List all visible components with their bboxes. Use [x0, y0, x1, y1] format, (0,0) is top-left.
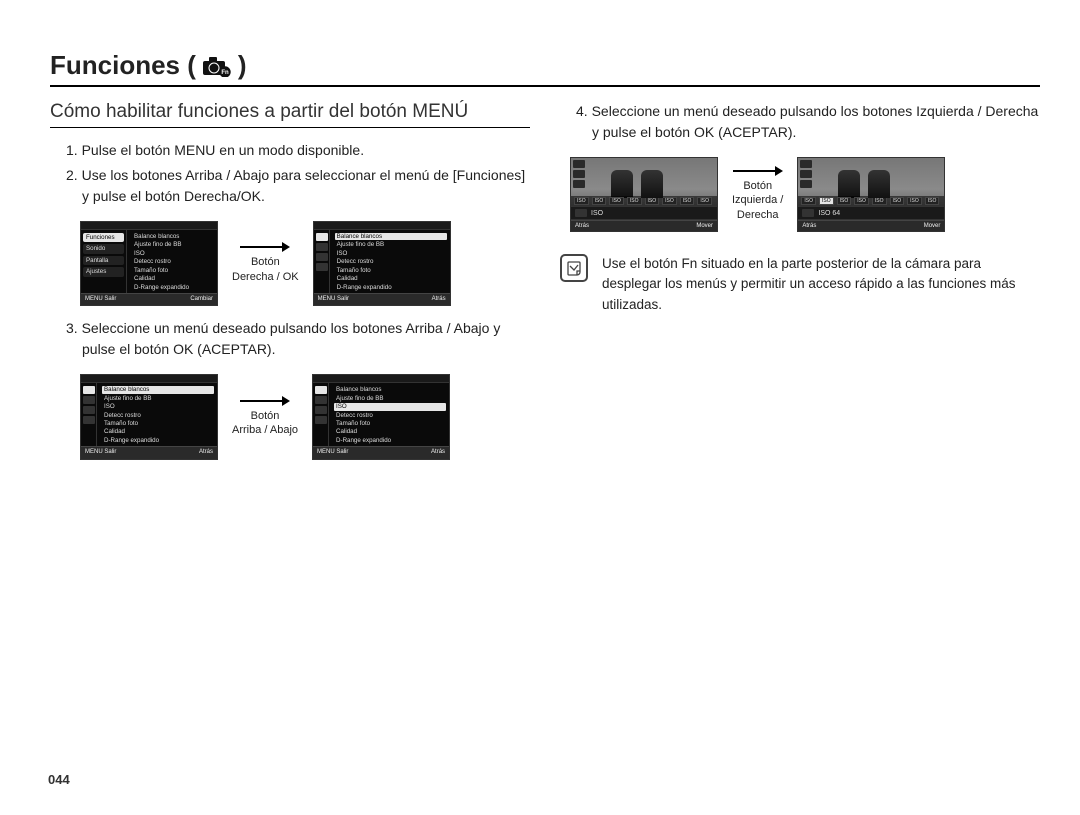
list-item: Ajuste fino de BB — [335, 241, 447, 248]
step-number: 2. — [66, 167, 78, 183]
step-text: Seleccione un menú deseado pulsando los … — [592, 103, 1039, 140]
list-item: Detecc rostro — [334, 412, 446, 419]
list-item: Tamaño foto — [335, 267, 447, 274]
list-item: ISO — [102, 403, 214, 410]
step-text: Pulse el botón MENU en un modo disponibl… — [82, 142, 365, 158]
list-item: D-Range expandido — [102, 437, 214, 444]
side-item-sonido: Sonido — [83, 244, 124, 253]
arrow-icon — [240, 397, 290, 405]
list-item: Calidad — [334, 428, 446, 435]
steps-list-left-2: 3. Seleccione un menú deseado pulsando l… — [50, 318, 530, 360]
side-item-ajustes: Ajustes — [83, 267, 124, 276]
arrow-caption: Botón Arriba / Abajo — [232, 409, 298, 438]
steps-list-left: 1. Pulse el botón MENU en un modo dispon… — [50, 140, 530, 207]
arrow-left-right: Botón Izquierda / Derecha — [732, 167, 783, 222]
note-icon — [560, 254, 588, 282]
list-item: Ajuste fino de BB — [334, 395, 446, 402]
step-4: 4. Seleccione un menú deseado pulsando l… — [576, 101, 1040, 143]
step-text: Use los botones Arriba / Abajo para sele… — [82, 167, 526, 204]
list-item: Ajuste fino de BB — [132, 241, 214, 248]
title-prefix: Funciones ( — [50, 50, 196, 81]
list-item: Tamaño foto — [102, 420, 214, 427]
list-item: ISO — [334, 403, 446, 410]
camera-menu-screenshot-c: Balance blancos Ajuste fino de BB ISO De… — [80, 374, 218, 459]
footer-left: MENU Salir — [85, 296, 116, 303]
side-item-pantalla: Pantalla — [83, 256, 124, 265]
footer-left: Atrás — [802, 223, 816, 229]
step-text: Seleccione un menú deseado pulsando los … — [82, 320, 501, 357]
arrow-icon — [240, 243, 290, 251]
list-item: Calidad — [102, 428, 214, 435]
list-item: Tamaño foto — [132, 267, 214, 274]
list-item: D-Range expandido — [335, 284, 447, 291]
iso-label: ISO — [591, 210, 603, 217]
footer-left: Atrás — [575, 223, 589, 229]
section-subheading: Cómo habilitar funciones a partir del bo… — [50, 101, 530, 128]
list-item: Detecc rostro — [335, 258, 447, 265]
camera-menu-screenshot-a: Funciones Sonido Pantalla Ajustes Balanc… — [80, 221, 218, 306]
list-item: D-Range expandido — [132, 284, 214, 291]
side-item-funciones: Funciones — [83, 233, 124, 242]
camera-overlay-screenshot-a: ISOISOISOISOISOISOISOISO ISO Atrás Mover — [570, 157, 718, 232]
step-number: 1. — [66, 142, 78, 158]
arrow-right-ok: Botón Derecha / OK — [232, 243, 299, 284]
note-text: Use el botón Fn situado en la parte post… — [602, 254, 1040, 315]
camera-menu-screenshot-b: Balance blancos Ajuste fino de BB ISO De… — [313, 221, 451, 306]
list-item: Detecc rostro — [102, 412, 214, 419]
step-2: 2. Use los botones Arriba / Abajo para s… — [66, 165, 530, 207]
iso-label: ISO 64 — [818, 210, 840, 217]
title-suffix: ) — [238, 50, 247, 81]
page-title: Funciones ( Fn ) — [50, 50, 1040, 81]
footer-right: Cambiar — [190, 296, 213, 303]
list-item: Balance blancos — [334, 386, 446, 393]
steps-list-right: 4. Seleccione un menú deseado pulsando l… — [560, 101, 1040, 143]
list-item: Balance blancos — [335, 233, 447, 240]
list-item: ISO — [335, 250, 447, 257]
step-number: 3. — [66, 320, 78, 336]
list-item: Balance blancos — [132, 233, 214, 240]
svg-text:Fn: Fn — [221, 70, 229, 76]
list-item: Detecc rostro — [132, 258, 214, 265]
footer-left: MENU Salir — [318, 296, 349, 303]
page-number: 044 — [48, 772, 70, 787]
list-item: Calidad — [335, 275, 447, 282]
camera-overlay-screenshot-b: ISOISOISOISOISOISOISOISO ISO 64 Atrás Mo… — [797, 157, 945, 232]
figure-row-step2: Funciones Sonido Pantalla Ajustes Balanc… — [80, 221, 530, 306]
footer-right: Mover — [696, 223, 713, 229]
title-divider — [50, 85, 1040, 87]
arrow-icon — [733, 167, 783, 175]
camera-fn-icon: Fn — [202, 55, 232, 77]
arrow-caption: Botón Izquierda / Derecha — [732, 179, 783, 222]
step-number: 4. — [576, 103, 588, 119]
footer-left: MENU Salir — [85, 449, 116, 456]
figure-row-step3: Balance blancos Ajuste fino de BB ISO De… — [80, 374, 530, 459]
camera-menu-screenshot-d: Balance blancos Ajuste fino de BB ISO De… — [312, 374, 450, 459]
info-note: Use el botón Fn situado en la parte post… — [560, 254, 1040, 315]
list-item: Ajuste fino de BB — [102, 395, 214, 402]
list-item: D-Range expandido — [334, 437, 446, 444]
iso-icon — [802, 209, 814, 217]
footer-right: Atrás — [199, 449, 213, 456]
list-item: Calidad — [132, 275, 214, 282]
footer-right: Mover — [924, 223, 941, 229]
arrow-up-down: Botón Arriba / Abajo — [232, 397, 298, 438]
list-item: Balance blancos — [102, 386, 214, 393]
step-1: 1. Pulse el botón MENU en un modo dispon… — [66, 140, 530, 161]
iso-icon — [575, 209, 587, 217]
footer-right: Atrás — [432, 296, 446, 303]
list-item: Tamaño foto — [334, 420, 446, 427]
footer-right: Atrás — [431, 449, 445, 456]
step-3: 3. Seleccione un menú deseado pulsando l… — [66, 318, 530, 360]
arrow-caption: Botón Derecha / OK — [232, 255, 299, 284]
list-item: ISO — [132, 250, 214, 257]
figure-row-step4: ISOISOISOISOISOISOISOISO ISO Atrás Mover… — [570, 157, 1040, 232]
footer-left: MENU Salir — [317, 449, 348, 456]
